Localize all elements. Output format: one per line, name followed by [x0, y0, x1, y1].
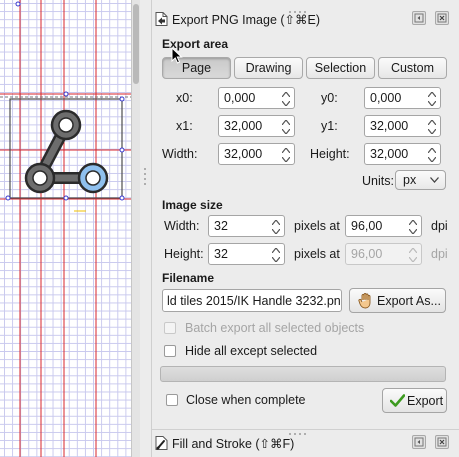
increment-icon[interactable] [427, 90, 437, 98]
filename-heading: Filename [162, 271, 215, 285]
panel-drag-grip[interactable] [289, 2, 319, 13]
fill-stroke-close-button[interactable] [435, 435, 449, 449]
checkmark-icon [390, 394, 405, 407]
chevron-down-icon [430, 177, 439, 183]
x1-value: 32,000 [224, 119, 263, 133]
batch-export-checkbox [164, 322, 176, 334]
dock-icon [414, 437, 424, 447]
panel-drag-grip-2[interactable] [289, 424, 319, 435]
close-panel-button[interactable] [435, 11, 449, 25]
canvas-vertical-scrollbar[interactable] [131, 0, 140, 457]
units-value: px [403, 173, 417, 187]
pixels-at-label-2: pixels at [294, 247, 340, 261]
increment-icon[interactable] [408, 218, 418, 226]
area-height-value: 32,000 [370, 147, 409, 161]
filename-input[interactable]: ld tiles 2015/IK Handle 3232.png [162, 289, 342, 312]
decrement-icon[interactable] [408, 227, 418, 235]
decrement-icon [408, 255, 418, 263]
fill-stroke-title: Fill and Stroke (⇧⌘F) [172, 437, 295, 451]
decrement-icon[interactable] [427, 99, 437, 107]
increment-icon[interactable] [281, 146, 291, 154]
dock-icon [414, 13, 424, 23]
increment-icon[interactable] [427, 118, 437, 126]
x0-label: x0: [176, 91, 193, 105]
increment-icon[interactable] [281, 118, 291, 126]
increment-icon[interactable] [271, 246, 281, 254]
dpi-value-disabled: 96,00 [351, 247, 383, 261]
dpi-label: dpi [431, 219, 448, 233]
tab-drawing[interactable]: Drawing [234, 57, 303, 79]
y1-spinbox[interactable]: 32,000 [364, 115, 441, 137]
drawing-canvas[interactable] [0, 0, 131, 457]
close-icon [437, 13, 447, 23]
close-icon [437, 437, 447, 447]
dpi-spinbox-disabled: 96,00 [345, 243, 422, 265]
decrement-icon[interactable] [281, 127, 291, 135]
y1-value: 32,000 [370, 119, 409, 133]
pixels-at-label: pixels at [294, 219, 340, 233]
dpi-spinbox[interactable]: 96,00 [345, 215, 422, 237]
decrement-icon[interactable] [271, 227, 281, 235]
image-size-heading: Image size [162, 198, 223, 212]
export-png-dialog: Export PNG Image (⇧⌘E) Export area Page … [152, 0, 459, 457]
x0-value: 0,000 [224, 91, 256, 105]
tab-selection[interactable]: Selection [306, 57, 375, 79]
image-width-value: 32 [214, 219, 228, 233]
decrement-icon[interactable] [427, 127, 437, 135]
export-button-label: Export [407, 394, 444, 408]
batch-export-label: Batch export all selected objects [185, 321, 365, 335]
area-width-label: Width: [162, 147, 198, 161]
y1-label: y1: [321, 119, 338, 133]
tab-custom[interactable]: Custom [378, 57, 447, 79]
hide-all-except-label: Hide all except selected [185, 344, 318, 358]
increment-icon[interactable] [281, 90, 291, 98]
fill-stroke-titlebar: Fill and Stroke (⇧⌘F) [152, 433, 459, 453]
export-png-titlebar: Export PNG Image (⇧⌘E) [152, 9, 459, 29]
units-select[interactable]: px [395, 170, 446, 190]
image-height-label: Height: [164, 247, 204, 261]
decrement-icon[interactable] [271, 255, 281, 263]
area-width-value: 32,000 [224, 147, 263, 161]
decrement-icon[interactable] [281, 99, 291, 107]
dpi-label-disabled: dpi [431, 247, 448, 261]
area-height-label: Height: [310, 147, 350, 161]
area-width-spinbox[interactable]: 32,000 [218, 143, 295, 165]
export-button[interactable]: Export [382, 388, 447, 413]
scrollbar-thumb[interactable] [133, 4, 139, 84]
dock-button[interactable] [412, 11, 426, 25]
x1-spinbox[interactable]: 32,000 [218, 115, 295, 137]
export-progress-bar [160, 366, 446, 382]
dock-splitter[interactable] [140, 0, 152, 457]
mouse-cursor-icon [171, 47, 183, 64]
image-height-spinbox[interactable]: 32 [208, 243, 285, 265]
decrement-icon[interactable] [281, 155, 291, 163]
image-width-label: Width: [164, 219, 200, 233]
units-label: Units: [362, 174, 394, 188]
close-when-complete-checkbox[interactable] [166, 394, 178, 406]
increment-icon[interactable] [427, 146, 437, 154]
dpi-value: 96,00 [351, 219, 383, 233]
image-height-value: 32 [214, 247, 228, 261]
area-height-spinbox[interactable]: 32,000 [364, 143, 441, 165]
x1-label: x1: [176, 119, 193, 133]
increment-icon[interactable] [271, 218, 281, 226]
close-when-complete-label: Close when complete [186, 393, 306, 407]
y0-spinbox[interactable]: 0,000 [364, 87, 441, 109]
filename-value: ld tiles 2015/IK Handle 3232.png [167, 294, 342, 308]
hide-all-except-checkbox[interactable] [164, 345, 176, 357]
canvas-drawing [0, 0, 131, 457]
y0-label: y0: [321, 91, 338, 105]
x0-spinbox[interactable]: 0,000 [218, 87, 295, 109]
fill-stroke-dock-button[interactable] [412, 435, 426, 449]
image-width-spinbox[interactable]: 32 [208, 215, 285, 237]
export-png-icon [155, 12, 168, 26]
fill-stroke-icon [155, 436, 168, 450]
increment-icon [408, 246, 418, 254]
export-as-label: Export As... [377, 294, 441, 308]
folder-icon [358, 293, 371, 309]
decrement-icon[interactable] [427, 155, 437, 163]
y0-value: 0,000 [370, 91, 402, 105]
export-as-button[interactable]: Export As... [349, 288, 446, 313]
panel-title: Export PNG Image (⇧⌘E) [172, 13, 321, 27]
